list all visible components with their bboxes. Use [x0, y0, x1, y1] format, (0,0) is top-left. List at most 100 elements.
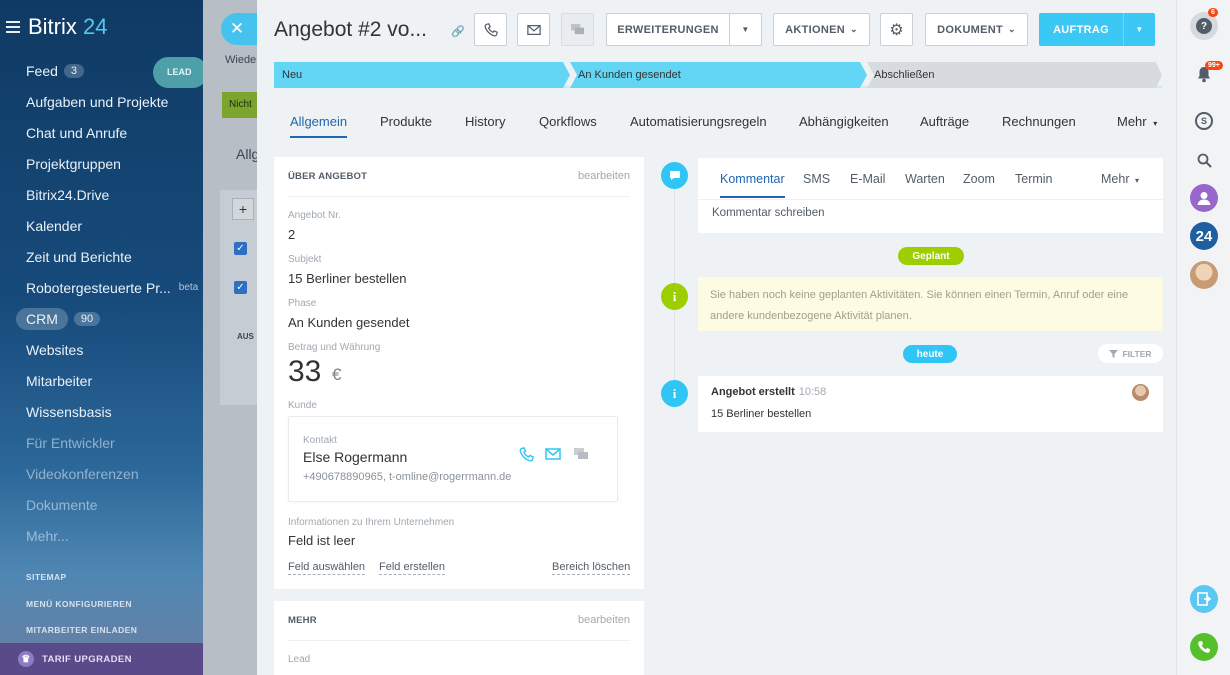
tab-more[interactable]: Mehr ▾	[1101, 172, 1139, 186]
bitrix24-button[interactable]: 24	[1190, 222, 1218, 250]
sidebar-item-tasks[interactable]: Aufgaben und Projekte	[0, 86, 203, 117]
search-button[interactable]	[1190, 146, 1218, 174]
comment-input[interactable]: Kommentar schreiben	[712, 207, 825, 219]
sidebar-item-video[interactable]: Videokonferenzen	[0, 458, 203, 489]
sidebar-item-time-reports[interactable]: Zeit und Berichte	[0, 241, 203, 272]
create-order-button[interactable]: AUFTRAG ▼	[1039, 13, 1155, 46]
sidebar-item-label: Zeit und Berichte	[26, 248, 132, 265]
sidebar-item-label: Für Entwickler	[26, 434, 115, 451]
extensions-button[interactable]: ERWEITERUNGEN ▼	[606, 13, 762, 46]
tab-products[interactable]: Produkte	[380, 114, 432, 129]
invite-employees-link[interactable]: MITARBEITER EINLADEN	[26, 625, 137, 635]
company-value: Feld ist leer	[288, 533, 356, 548]
lead-badge[interactable]: LEAD	[153, 57, 203, 88]
contact-name[interactable]: Else Rogermann	[303, 449, 407, 465]
avatar[interactable]	[1190, 261, 1218, 289]
tab-history[interactable]: History	[465, 114, 505, 129]
phone-icon[interactable]	[519, 447, 534, 462]
tab-invoices[interactable]: Rechnungen	[1002, 114, 1076, 129]
copy-link-icon[interactable]: 🔗	[451, 25, 465, 38]
filter-button[interactable]: FILTER	[1098, 344, 1163, 363]
delete-section-link[interactable]: Bereich löschen	[552, 561, 631, 575]
quote-number-value: 2	[288, 227, 296, 242]
sidebar-item-chat[interactable]: Chat und Anrufe	[0, 117, 203, 148]
menu-icon[interactable]	[6, 21, 20, 33]
user-avatar-button[interactable]	[1190, 184, 1218, 212]
logo[interactable]: Bitrix 24	[6, 14, 108, 40]
create-order-label: AUFTRAG	[1053, 23, 1109, 36]
tab-email[interactable]: E-Mail	[850, 172, 885, 186]
sidebar-item-crm[interactable]: CRM 90	[0, 303, 203, 334]
sidebar-item-developers[interactable]: Für Entwickler	[0, 427, 203, 458]
sidebar-item-rpa[interactable]: Robotergesteuerte Pr... beta	[0, 272, 203, 303]
stage-new[interactable]: Neu	[274, 62, 564, 88]
sidebar-item-groups[interactable]: Projektgruppen	[0, 148, 203, 179]
sidebar-item-knowledge[interactable]: Wissensbasis	[0, 396, 203, 427]
notifications-button[interactable]: 99+	[1190, 60, 1223, 88]
tab-zoom[interactable]: Zoom	[963, 172, 995, 186]
document-button[interactable]: DOKUMENT ⌄	[925, 13, 1028, 46]
sidebar-item-websites[interactable]: Websites	[0, 334, 203, 365]
phone-button[interactable]	[1190, 633, 1218, 661]
sidebar-item-calendar[interactable]: Kalender	[0, 210, 203, 241]
planned-empty-message: Sie haben noch keine geplanten Aktivität…	[698, 277, 1163, 331]
chevron-down-icon[interactable]: ▼	[1123, 13, 1155, 46]
beta-tag: beta	[178, 282, 199, 293]
tab-wait[interactable]: Warten	[905, 172, 945, 186]
chevron-down-icon: ⌄	[850, 24, 858, 34]
stage-close[interactable]: Abschließen	[866, 62, 1156, 88]
tab-general[interactable]: Allgemein	[290, 114, 348, 138]
call-button[interactable]	[474, 13, 507, 46]
chat-bubble-icon: S	[1195, 112, 1213, 130]
tab-comment[interactable]: Kommentar	[720, 172, 785, 198]
sidebar-item-employees[interactable]: Mitarbeiter	[0, 365, 203, 396]
background-page: Wiede Nicht Allg + ✓ ✓ AUS	[203, 0, 258, 675]
close-slider-button[interactable]: ✕	[221, 13, 257, 45]
close-icon: ✕	[229, 19, 245, 38]
tab-appointment[interactable]: Termin	[1015, 172, 1053, 186]
help-button[interactable]: ? 6	[1190, 8, 1218, 40]
chat-icon[interactable]	[573, 447, 589, 461]
documents-button[interactable]	[1190, 585, 1218, 613]
sidebar-item-more[interactable]: Mehr...	[0, 520, 203, 551]
edit-link[interactable]: bearbeiten	[578, 614, 630, 626]
mail-icon[interactable]	[545, 448, 561, 460]
sidebar-menu: Feed 3 Aufgaben und Projekte Chat und An…	[0, 55, 203, 551]
sidebar-item-label: Videokonferenzen	[26, 465, 139, 482]
phase-value: An Kunden gesendet	[288, 315, 410, 330]
sidebar-item-drive[interactable]: Bitrix24.Drive	[0, 179, 203, 210]
stage-progress-bar: Neu An Kunden gesendet Abschließen	[274, 62, 1162, 88]
activity-item[interactable]: Angebot erstellt 10:58 15 Berliner bestel…	[698, 376, 1163, 432]
chevron-down-icon[interactable]: ▼	[729, 14, 761, 45]
settings-button[interactable]: ⚙	[880, 13, 913, 46]
create-field-link[interactable]: Feld erstellen	[379, 561, 446, 575]
comment-icon	[661, 162, 688, 189]
more-card: MEHR bearbeiten Lead	[274, 601, 644, 675]
select-field-link[interactable]: Feld auswählen	[288, 561, 366, 575]
help-badge: 6	[1208, 8, 1218, 17]
upgrade-plan-button[interactable]: ♛ TARIF UPGRADEN	[0, 643, 203, 675]
avatar[interactable]	[1132, 384, 1149, 401]
field-label: Kontakt	[303, 435, 337, 446]
tab-orders[interactable]: Aufträge	[920, 114, 969, 129]
chat-button[interactable]	[561, 13, 594, 46]
live-feed-button[interactable]: S	[1190, 107, 1218, 135]
stage-sent-to-client[interactable]: An Kunden gesendet	[570, 62, 860, 88]
tab-workflows[interactable]: Qorkflows	[539, 114, 597, 129]
actions-button[interactable]: AKTIONEN ⌄	[773, 13, 870, 46]
edit-link[interactable]: bearbeiten	[578, 170, 630, 182]
tab-more[interactable]: Mehr ▾	[1117, 114, 1157, 129]
gear-icon: ⚙	[889, 21, 904, 39]
sitemap-link[interactable]: SITEMAP	[26, 572, 67, 582]
amount-value: 33	[288, 355, 322, 388]
card-heading: MEHR	[288, 615, 317, 626]
configure-menu-link[interactable]: MENÜ KONFIGURIEREN	[26, 599, 132, 609]
sidebar-item-label: Bitrix24.Drive	[26, 186, 110, 203]
email-button[interactable]	[517, 13, 550, 46]
tab-automation[interactable]: Automatisierungsregeln	[630, 114, 767, 129]
search-icon	[1197, 153, 1212, 168]
tab-sms[interactable]: SMS	[803, 172, 830, 186]
tab-dependencies[interactable]: Abhängigkeiten	[799, 114, 889, 129]
activity-time: 10:58	[798, 386, 827, 398]
sidebar-item-documents[interactable]: Dokumente	[0, 489, 203, 520]
